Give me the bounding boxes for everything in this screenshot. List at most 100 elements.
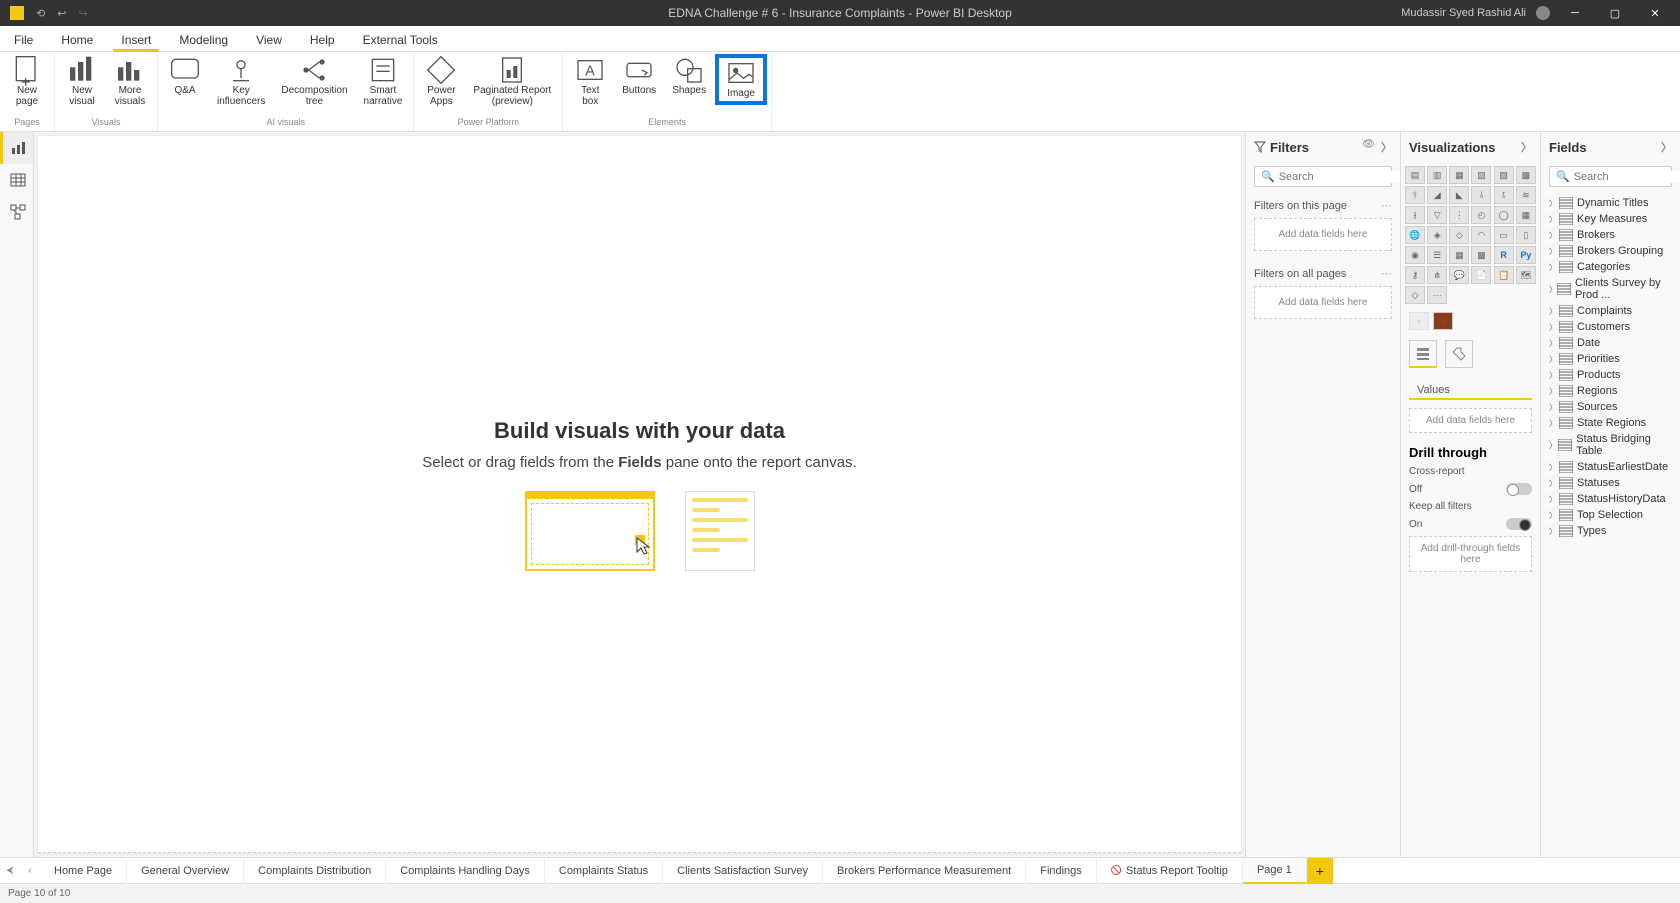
viz-clustered-column[interactable]: ▧ (1471, 166, 1491, 184)
viz-paginated[interactable]: 📋 (1494, 266, 1514, 284)
field-item[interactable]: 〉Categories (1545, 259, 1676, 275)
cross-report-toggle[interactable] (1506, 483, 1532, 495)
pagetab-first[interactable]: ⮜ (0, 865, 20, 876)
pagetab-prev[interactable]: ‹ (20, 865, 40, 876)
minimize-button[interactable]: ─ (1560, 0, 1590, 26)
data-view-button[interactable] (0, 164, 33, 196)
viz-stacked-bar[interactable]: ▤ (1405, 166, 1425, 184)
page-tab[interactable]: General Overview (127, 858, 244, 884)
viz-map[interactable]: 🌐 (1405, 226, 1425, 244)
viz-multi-card[interactable]: ▯ (1516, 226, 1536, 244)
buttons-button[interactable]: Buttons (615, 54, 663, 99)
viz-custom-1[interactable]: ▫ (1409, 312, 1429, 330)
field-item[interactable]: 〉StatusEarliestDate (1545, 459, 1676, 475)
viz-slicer[interactable]: ☰ (1427, 246, 1447, 264)
menu-external-tools[interactable]: External Tools (349, 29, 452, 51)
close-button[interactable]: ✕ (1640, 0, 1670, 26)
field-item[interactable]: 〉Complaints (1545, 303, 1676, 319)
eye-icon[interactable]: 👁 (1362, 139, 1375, 155)
viz-header[interactable]: Visualizations 〉 (1401, 132, 1540, 162)
keep-filters-toggle[interactable] (1506, 518, 1532, 530)
page-tab[interactable]: Complaints Handling Days (386, 858, 545, 884)
page-tab[interactable]: Clients Satisfaction Survey (663, 858, 823, 884)
field-item[interactable]: 〉Top Selection (1545, 507, 1676, 523)
viz-decomp[interactable]: ⋔ (1427, 266, 1447, 284)
image-button[interactable]: Image (715, 54, 767, 105)
page-tab[interactable]: Complaints Distribution (244, 858, 386, 884)
power-apps-button[interactable]: Power Apps (418, 54, 464, 110)
field-item[interactable]: 〉Statuses (1545, 475, 1676, 491)
viz-donut[interactable]: ◯ (1494, 206, 1514, 224)
viz-python[interactable]: Py (1516, 246, 1536, 264)
menu-help[interactable]: Help (296, 29, 349, 51)
viz-matrix[interactable]: ▩ (1471, 246, 1491, 264)
filters-all-drop[interactable]: Add data fields here (1254, 286, 1392, 319)
filters-page-drop[interactable]: Add data fields here (1254, 218, 1392, 251)
decomposition-tree-button[interactable]: Decomposition tree (274, 54, 354, 110)
viz-card[interactable]: ▭ (1494, 226, 1514, 244)
field-item[interactable]: 〉Regions (1545, 383, 1676, 399)
field-item[interactable]: 〉StatusHistoryData (1545, 491, 1676, 507)
report-canvas[interactable]: Build visuals with your data Select or d… (38, 136, 1241, 853)
field-item[interactable]: 〉Priorities (1545, 351, 1676, 367)
text-box-button[interactable]: A Text box (567, 54, 613, 110)
viz-pie[interactable]: ◴ (1471, 206, 1491, 224)
viz-values-well[interactable]: Add data fields here (1409, 408, 1532, 433)
viz-line[interactable]: ⫯ (1405, 186, 1425, 204)
viz-qna[interactable]: 💬 (1449, 266, 1469, 284)
collapse-fields-icon[interactable]: 〉 (1661, 139, 1672, 155)
field-item[interactable]: 〉Status Bridging Table (1545, 431, 1676, 459)
viz-stacked-area[interactable]: ◣ (1449, 186, 1469, 204)
field-item[interactable]: 〉Clients Survey by Prod ... (1545, 275, 1676, 303)
field-item[interactable]: 〉Brokers (1545, 227, 1676, 243)
filters-header[interactable]: Filters 👁 〉 (1246, 132, 1400, 162)
viz-kpi[interactable]: ◉ (1405, 246, 1425, 264)
viz-gauge[interactable]: ◠ (1471, 226, 1491, 244)
field-item[interactable]: 〉Date (1545, 335, 1676, 351)
viz-clustered-bar[interactable]: ▦ (1449, 166, 1469, 184)
report-view-button[interactable] (0, 132, 33, 164)
menu-insert[interactable]: Insert (107, 29, 165, 51)
field-item[interactable]: 〉Types (1545, 523, 1676, 539)
redo-icon[interactable]: ↪ (78, 7, 87, 20)
page-tab[interactable]: Findings (1026, 858, 1097, 884)
undo-icon[interactable]: ↩ (57, 7, 66, 20)
viz-100-bar[interactable]: ▨ (1494, 166, 1514, 184)
viz-custom-2[interactable]: ▫ (1433, 312, 1453, 330)
key-influencers-button[interactable]: Key influencers (210, 54, 272, 110)
viz-arcgis[interactable]: 🗺 (1516, 266, 1536, 284)
smart-narrative-button[interactable]: Smart narrative (357, 54, 410, 110)
user-avatar[interactable] (1536, 6, 1550, 20)
filters-search[interactable]: 🔍 (1254, 166, 1392, 187)
viz-more[interactable]: ⋯ (1427, 286, 1447, 304)
viz-waterfall[interactable]: ⫲ (1405, 206, 1425, 224)
paginated-report-button[interactable]: Paginated Report (preview) (466, 54, 558, 110)
field-item[interactable]: 〉Dynamic Titles (1545, 195, 1676, 211)
viz-ribbon[interactable]: ≋ (1516, 186, 1536, 204)
menu-view[interactable]: View (242, 29, 296, 51)
menu-file[interactable]: File (0, 29, 47, 51)
shapes-button[interactable]: Shapes (665, 54, 713, 99)
fields-header[interactable]: Fields 〉 (1541, 132, 1680, 162)
fields-search[interactable]: 🔍 (1549, 166, 1672, 187)
field-item[interactable]: 〉Customers (1545, 319, 1676, 335)
viz-area[interactable]: ◢ (1427, 186, 1447, 204)
field-item[interactable]: 〉Key Measures (1545, 211, 1676, 227)
new-page-button[interactable]: New page (4, 54, 50, 110)
viz-scatter[interactable]: ⋮ (1449, 206, 1469, 224)
field-item[interactable]: 〉Sources (1545, 399, 1676, 415)
add-page-button[interactable]: + (1307, 858, 1333, 884)
viz-fields-tab[interactable] (1409, 340, 1437, 368)
drill-through-well[interactable]: Add drill-through fields here (1409, 536, 1532, 572)
new-visual-button[interactable]: New visual (59, 54, 105, 110)
viz-key-influencers[interactable]: ⚷ (1405, 266, 1425, 284)
viz-r[interactable]: R (1494, 246, 1514, 264)
more-icon[interactable]: ⋯ (1381, 267, 1392, 280)
viz-shape-map[interactable]: ◇ (1449, 226, 1469, 244)
page-tab[interactable]: Brokers Performance Measurement (823, 858, 1026, 884)
viz-filled-map[interactable]: ◈ (1427, 226, 1447, 244)
more-icon[interactable]: ⋯ (1381, 199, 1392, 212)
user-name[interactable]: Mudassir Syed Rashid Ali (1401, 7, 1526, 19)
menu-home[interactable]: Home (47, 29, 107, 51)
viz-100-column[interactable]: ▩ (1516, 166, 1536, 184)
